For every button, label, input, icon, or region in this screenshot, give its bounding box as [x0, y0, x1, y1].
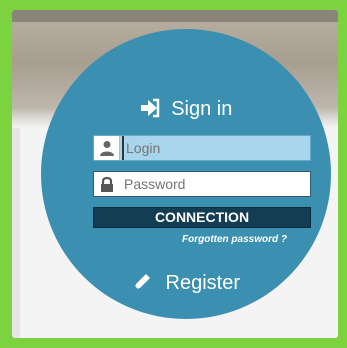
page-frame: Sign in CONNECTION Forgotten password ? [12, 10, 338, 338]
left-edge [12, 128, 20, 338]
connection-button[interactable]: CONNECTION [93, 207, 311, 228]
password-input[interactable] [122, 172, 310, 196]
forgot-password-link[interactable]: Forgotten password ? [182, 234, 287, 245]
login-input[interactable] [122, 136, 312, 160]
register-label: Register [165, 272, 241, 294]
login-panel: Sign in CONNECTION Forgotten password ? [41, 29, 331, 319]
sign-in-label: Sign in [171, 98, 233, 120]
sign-in-icon [140, 98, 159, 118]
register-link[interactable]: Register [41, 272, 331, 295]
password-field[interactable] [93, 171, 311, 197]
background-strip [12, 10, 338, 22]
lock-icon [94, 172, 120, 196]
user-icon [94, 136, 120, 160]
login-field[interactable] [93, 135, 312, 161]
pencil-icon [133, 274, 150, 290]
sign-in-heading: Sign in [41, 98, 331, 121]
